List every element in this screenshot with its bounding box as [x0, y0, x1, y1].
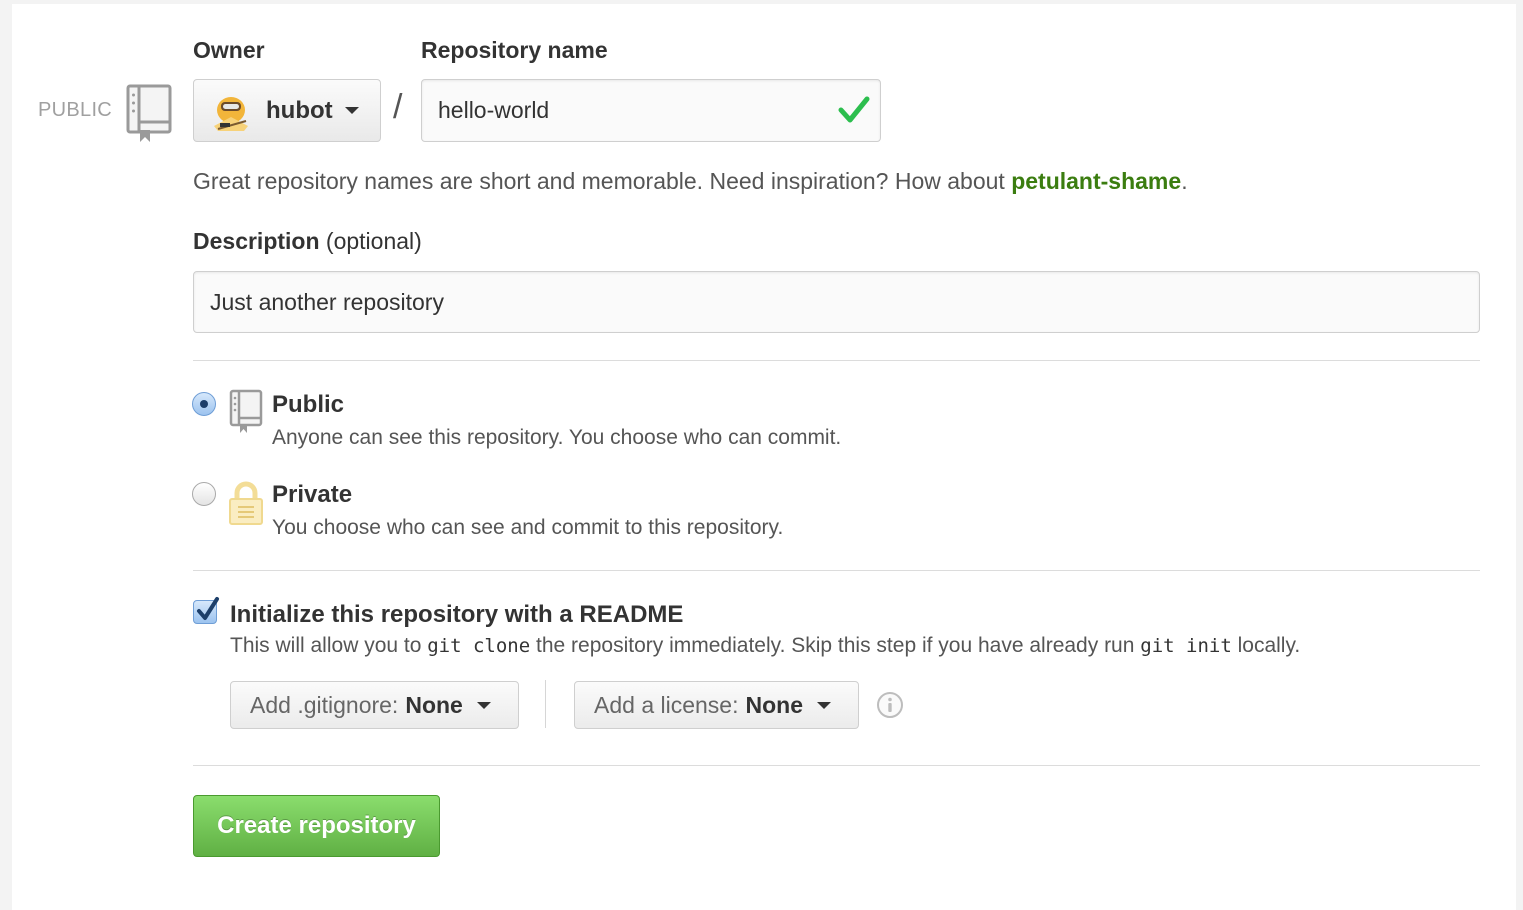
lock-icon: [229, 481, 263, 525]
license-dropdown[interactable]: Add a license: None: [574, 681, 859, 729]
private-radio[interactable]: [192, 482, 216, 506]
checkmark-icon: [197, 597, 219, 620]
checkmark-icon: [838, 96, 870, 123]
repository-name-hint: Great repository names are short and mem…: [193, 168, 1188, 194]
divider: [193, 570, 1480, 571]
owner-repo-separator: /: [393, 88, 403, 126]
hubot-avatar: [214, 96, 248, 131]
readme-description: This will allow you to git clone the rep…: [230, 634, 1301, 657]
private-option-description: You choose who can see and commit to thi…: [272, 516, 784, 539]
owner-select[interactable]: hubot: [193, 79, 381, 142]
owner-name: hubot: [266, 96, 333, 124]
caret-down-icon: [816, 701, 831, 709]
dropdown-separator: [545, 680, 546, 728]
owner-label: Owner: [193, 37, 265, 63]
public-option-title: Public: [272, 391, 345, 418]
public-radio[interactable]: [192, 392, 216, 416]
initialize-readme-checkbox[interactable]: [193, 597, 219, 624]
repo-icon: [126, 84, 172, 142]
caret-down-icon: [344, 107, 359, 114]
gitignore-dropdown[interactable]: Add .gitignore: None: [230, 681, 519, 729]
repository-name-input[interactable]: [421, 79, 881, 142]
description-input[interactable]: [193, 271, 1480, 333]
repo-icon: [229, 389, 263, 433]
private-option-title: Private: [272, 481, 353, 508]
name-suggestion-link[interactable]: petulant-shame: [1011, 168, 1181, 194]
readme-title: Initialize this repository with a README: [230, 601, 684, 628]
divider: [193, 765, 1480, 766]
create-repository-button[interactable]: Create repository: [193, 795, 440, 857]
divider: [193, 360, 1480, 361]
repository-name-label: Repository name: [421, 37, 608, 63]
description-label: Description (optional): [193, 228, 422, 254]
info-icon[interactable]: [876, 691, 904, 719]
caret-down-icon: [476, 701, 491, 709]
visibility-indicator-label: PUBLIC: [38, 99, 113, 121]
public-option-description: Anyone can see this repository. You choo…: [272, 426, 842, 449]
